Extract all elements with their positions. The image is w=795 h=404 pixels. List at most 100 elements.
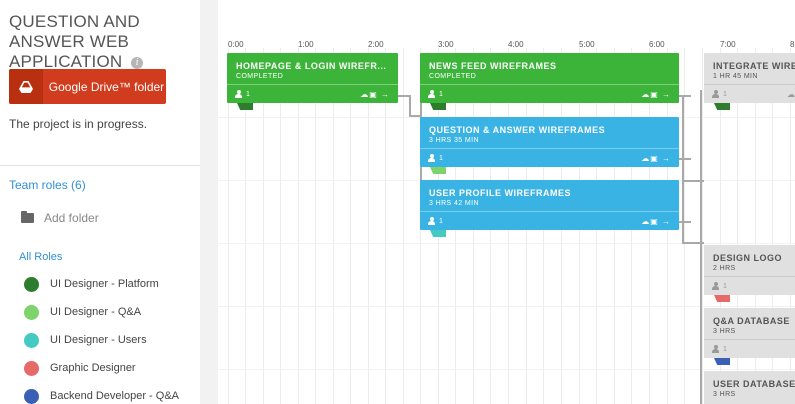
row-line bbox=[218, 306, 795, 307]
task-title: HOMEPAGE & LOGIN WIREFR... bbox=[236, 61, 387, 71]
task-actions[interactable]: ☁ bbox=[787, 90, 795, 99]
role-tab bbox=[430, 230, 446, 237]
hour-label: 1:00 bbox=[298, 40, 314, 49]
role-tab bbox=[714, 358, 730, 365]
assignee-count: 1 bbox=[723, 345, 727, 353]
task-duration: 1 HR 45 MIN bbox=[713, 73, 758, 80]
task-duration: 3 HRS 35 MIN bbox=[429, 137, 479, 144]
role-item-ui-designer-platform[interactable]: UI Designer - Platform bbox=[24, 270, 179, 298]
role-tab bbox=[430, 167, 446, 174]
task-duration: 3 HRS bbox=[713, 391, 736, 398]
project-title-text: QUESTION AND ANSWER WEB APPLICATION bbox=[9, 12, 140, 71]
task-title: DESIGN LOGO bbox=[713, 253, 783, 263]
role-color-dot bbox=[24, 304, 39, 320]
assignee-count: 1 bbox=[246, 90, 250, 98]
task-footer: 1 bbox=[704, 339, 795, 358]
dependency-connector bbox=[679, 95, 691, 97]
task-card[interactable]: USER PROFILE WIREFRAMES 3 HRS 42 MIN 1 ☁… bbox=[420, 180, 679, 237]
google-drive-icon bbox=[9, 69, 43, 104]
role-tab bbox=[714, 103, 730, 110]
task-title: USER DATABASE bbox=[713, 379, 795, 389]
dependency-connector bbox=[682, 95, 684, 243]
task-actions[interactable]: ☁▣ → bbox=[641, 90, 671, 99]
grid-line bbox=[684, 48, 685, 404]
task-title: Q&A DATABASE bbox=[713, 316, 790, 326]
role-name: Graphic Designer bbox=[50, 362, 136, 374]
task-footer: 1 ☁▣ → bbox=[420, 211, 679, 230]
project-status: The project is in progress. bbox=[9, 117, 148, 131]
task-card[interactable]: HOMEPAGE & LOGIN WIREFR... COMPLETED 1 ☁… bbox=[227, 53, 398, 110]
hour-label: 6:00 bbox=[649, 40, 665, 49]
dependency-connector bbox=[700, 90, 702, 404]
all-roles-link[interactable]: All Roles bbox=[19, 251, 62, 263]
task-actions[interactable]: ☁▣ → bbox=[641, 217, 671, 226]
roles-list: UI Designer - Platform UI Designer - Q&A… bbox=[24, 270, 179, 404]
task-card[interactable]: DESIGN LOGO 2 HRS 1 bbox=[704, 245, 795, 302]
timeline[interactable]: 0:00 1:00 2:00 3:00 4:00 5:00 6:00 7:00 … bbox=[218, 0, 795, 404]
google-drive-folder-button[interactable]: Google Drive™ folder bbox=[9, 69, 166, 104]
role-item-ui-designer-qa[interactable]: UI Designer - Q&A bbox=[24, 298, 179, 326]
role-item-graphic-designer[interactable]: Graphic Designer bbox=[24, 354, 179, 382]
add-folder-button[interactable]: Add folder bbox=[21, 211, 99, 225]
task-footer: 1 ☁▣ → bbox=[420, 84, 679, 103]
hour-label: 7:00 bbox=[720, 40, 736, 49]
dependency-connector bbox=[679, 221, 691, 223]
assignee-count: 1 bbox=[439, 217, 443, 225]
dependency-connector bbox=[679, 158, 691, 160]
role-item-backend-developer-qa[interactable]: Backend Developer - Q&A bbox=[24, 382, 179, 404]
task-actions[interactable]: ☁▣ → bbox=[641, 154, 671, 163]
dependency-connector bbox=[409, 95, 411, 117]
hour-label: 5:00 bbox=[579, 40, 595, 49]
divider bbox=[0, 165, 200, 166]
role-color-dot bbox=[24, 360, 39, 376]
role-tab bbox=[237, 103, 253, 110]
person-icon bbox=[428, 90, 435, 98]
task-card[interactable]: QUESTION & ANSWER WIREFRAMES 3 HRS 35 MI… bbox=[420, 117, 679, 174]
google-drive-label: Google Drive™ folder bbox=[48, 79, 165, 94]
role-color-dot bbox=[24, 332, 39, 348]
sidebar: QUESTION AND ANSWER WEB APPLICATION i Go… bbox=[0, 0, 200, 404]
task-footer: 1 ☁▣ → bbox=[227, 84, 398, 103]
info-icon[interactable]: i bbox=[131, 56, 144, 69]
task-status: COMPLETED bbox=[236, 73, 284, 80]
task-duration: 2 HRS bbox=[713, 265, 736, 272]
task-footer: 1 ☁ bbox=[704, 84, 795, 103]
folder-icon bbox=[21, 211, 34, 223]
role-color-dot bbox=[24, 276, 39, 292]
role-item-ui-designer-users[interactable]: UI Designer - Users bbox=[24, 326, 179, 354]
person-icon bbox=[428, 217, 435, 225]
assignee-count: 1 bbox=[439, 154, 443, 162]
team-roles-link[interactable]: Team roles (6) bbox=[9, 178, 86, 192]
task-card[interactable]: NEWS FEED WIREFRAMES COMPLETED 1 ☁▣ → bbox=[420, 53, 679, 110]
task-actions[interactable]: ☁▣ → bbox=[360, 90, 390, 99]
person-icon bbox=[712, 345, 719, 353]
sidebar-gutter bbox=[200, 0, 218, 404]
task-title: NEWS FEED WIREFRAMES bbox=[429, 61, 557, 71]
task-title: INTEGRATE WIRE bbox=[713, 61, 795, 71]
role-name: Backend Developer - Q&A bbox=[50, 390, 180, 402]
task-card[interactable]: INTEGRATE WIRE 1 HR 45 MIN 1 ☁ bbox=[704, 53, 795, 110]
person-icon bbox=[235, 90, 242, 98]
hour-label: 4:00 bbox=[508, 40, 524, 49]
task-duration: 3 HRS bbox=[713, 328, 736, 335]
task-status: COMPLETED bbox=[429, 73, 477, 80]
assignee-count: 1 bbox=[439, 90, 443, 98]
role-name: UI Designer - Q&A bbox=[50, 306, 142, 318]
person-icon bbox=[712, 282, 719, 290]
task-card[interactable]: Q&A DATABASE 3 HRS 1 bbox=[704, 308, 795, 365]
person-icon bbox=[712, 90, 719, 98]
task-title: QUESTION & ANSWER WIREFRAMES bbox=[429, 125, 606, 135]
person-icon bbox=[428, 154, 435, 162]
task-duration: 3 HRS 42 MIN bbox=[429, 200, 479, 207]
hour-label: 2:00 bbox=[368, 40, 384, 49]
role-color-dot bbox=[24, 388, 39, 404]
assignee-count: 1 bbox=[723, 90, 727, 98]
project-title: QUESTION AND ANSWER WEB APPLICATION i bbox=[9, 12, 199, 72]
hour-label: 3:00 bbox=[438, 40, 454, 49]
add-folder-label: Add folder bbox=[44, 211, 99, 225]
grid-line bbox=[403, 48, 404, 404]
task-footer: 1 bbox=[704, 276, 795, 295]
task-footer: 1 ☁▣ → bbox=[420, 148, 679, 167]
task-card[interactable]: USER DATABASE 3 HRS bbox=[704, 371, 795, 404]
task-title: USER PROFILE WIREFRAMES bbox=[429, 188, 572, 198]
